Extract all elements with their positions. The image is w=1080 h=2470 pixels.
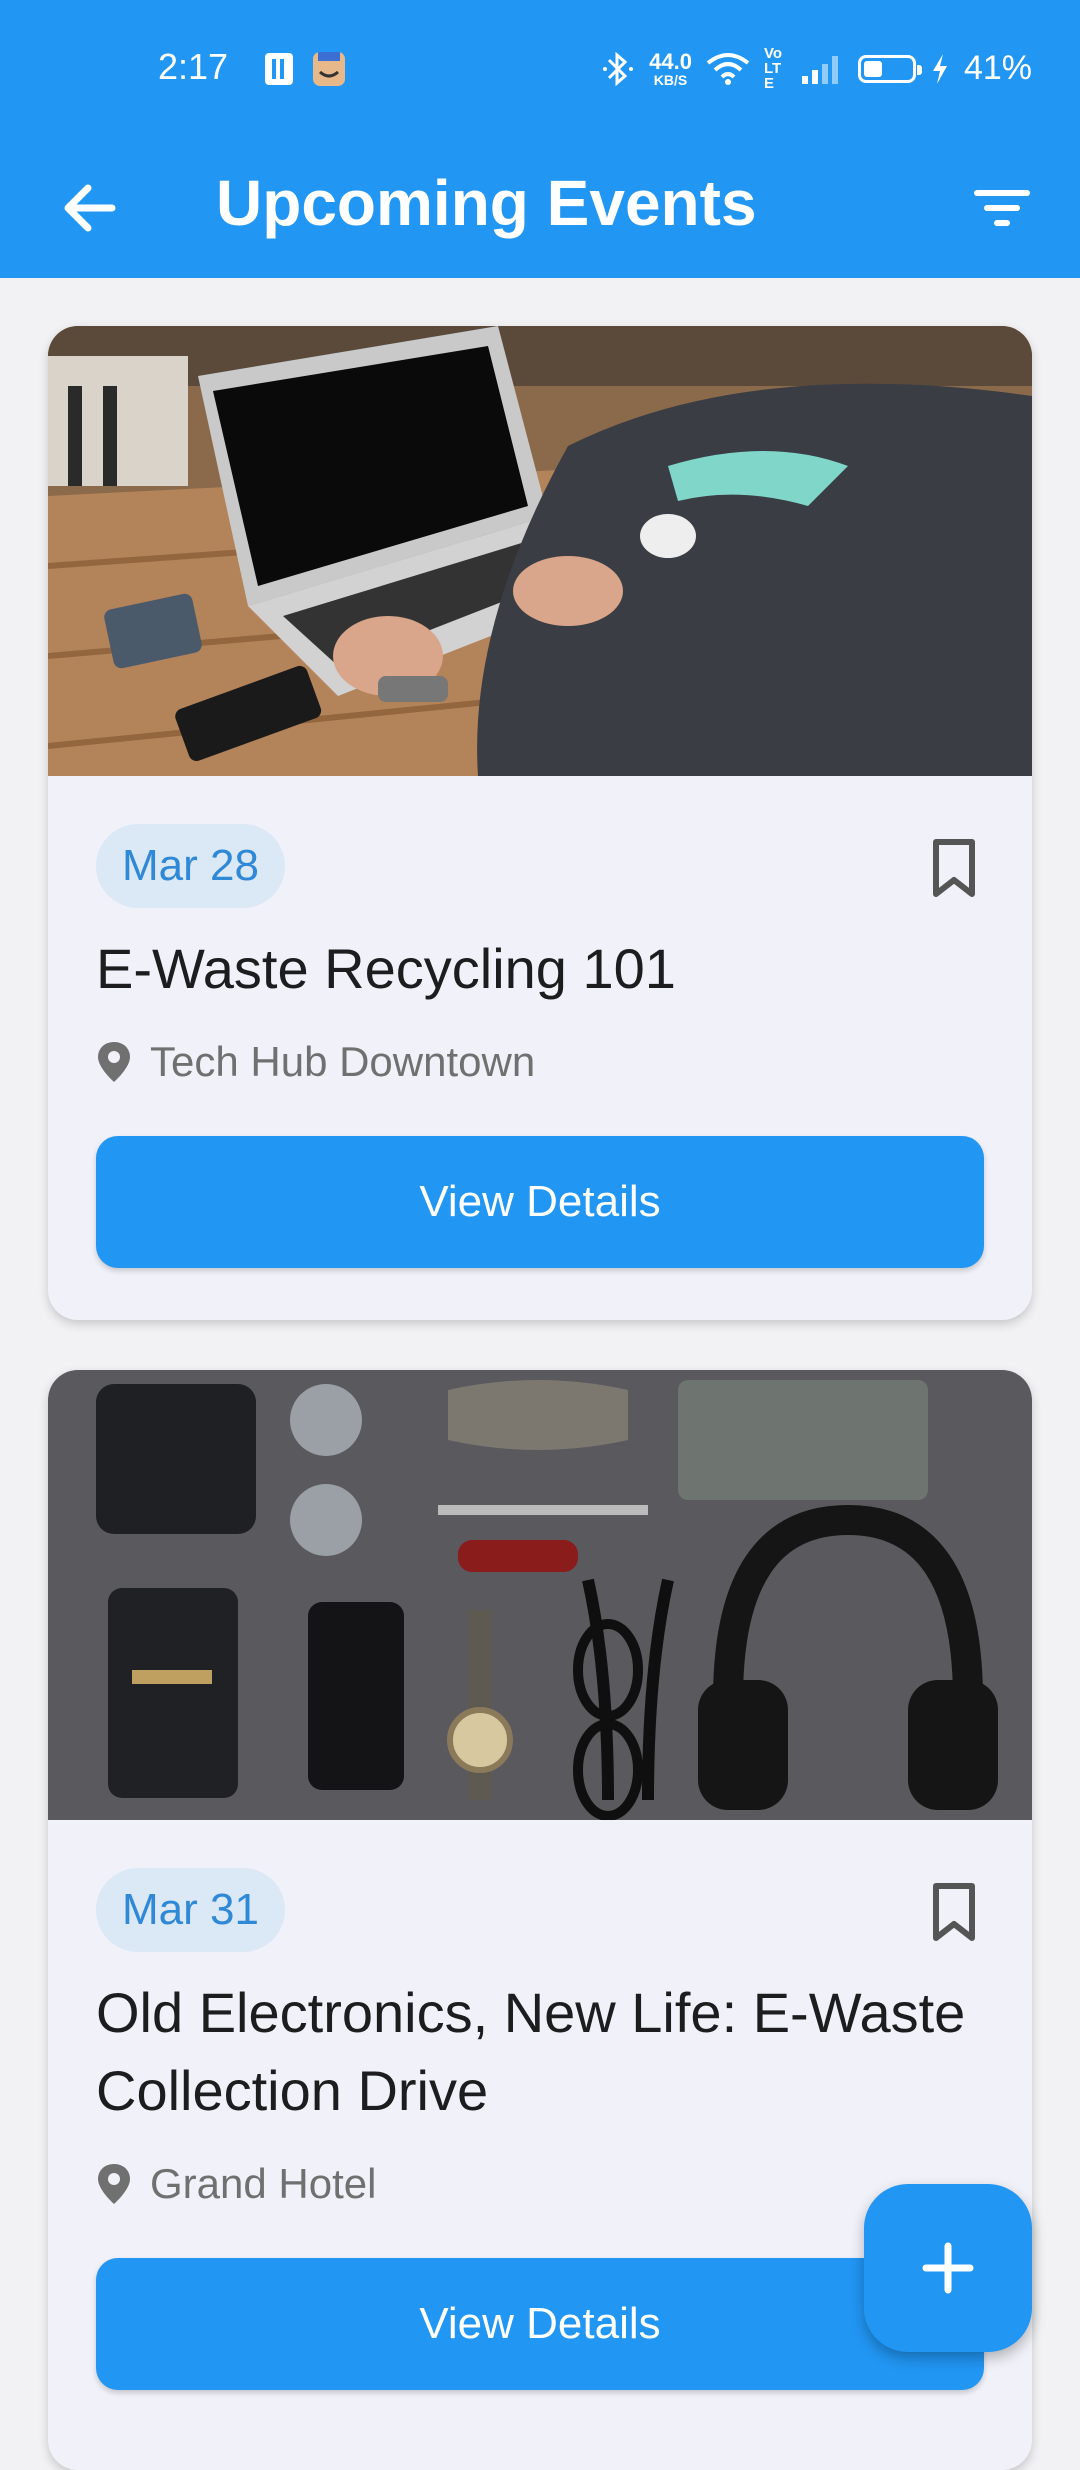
bluetooth-icon [603,51,634,86]
network-speed: 44.0 KB/S [649,48,692,88]
event-location-text: Tech Hub Downtown [150,1038,536,1085]
signal-icon [801,55,838,84]
wifi-icon [706,52,750,85]
event-location-text: Grand Hotel [150,2160,377,2207]
volte-label: Vo LTE [763,45,782,92]
view-details-button[interactable]: View Details [96,1136,984,1268]
event-date-chip: Mar 31 [96,1868,285,1952]
network-speed-value: 44.0 [649,48,692,74]
event-card[interactable]: Mar 28 E-Waste Recycling 101 Tech Hub Do… [48,326,1032,1320]
event-title: Old Electronics, New Life: E-Waste Colle… [96,1981,966,2122]
filter-icon[interactable] [964,170,1040,246]
event-date-chip: Mar 28 [96,824,285,908]
bookmark-icon[interactable] [930,1882,978,1942]
charging-icon [932,53,947,84]
location-pin-icon [98,2164,130,2204]
status-bar: 2:17 44.0 KB/S Vo LTE 41% [0,0,1080,140]
event-title: E-Waste Recycling 101 [96,937,676,1000]
battery-percent: 41% [963,49,1032,87]
add-event-fab[interactable] [864,2184,1032,2352]
status-time: 2:17 [158,46,229,87]
event-image-electronics [48,1370,1032,1820]
back-arrow-icon[interactable] [52,170,128,246]
event-image-laptop [48,326,1032,776]
view-details-button[interactable]: View Details [96,2258,984,2390]
event-location: Grand Hotel [96,2160,376,2208]
sim-notification-icon [265,53,293,85]
plus-icon [922,2242,974,2294]
bookmark-icon[interactable] [930,838,978,898]
battery-icon [857,54,922,83]
event-location: Tech Hub Downtown [96,1038,535,1086]
location-pin-icon [98,1042,130,1082]
app-bar: Upcoming Events [0,140,1080,278]
page-title: Upcoming Events [216,167,757,239]
amazon-notification-icon [313,52,345,86]
status-icons: 44.0 KB/S Vo LTE 41% [601,46,1032,91]
network-speed-unit: KB/S [653,71,688,88]
